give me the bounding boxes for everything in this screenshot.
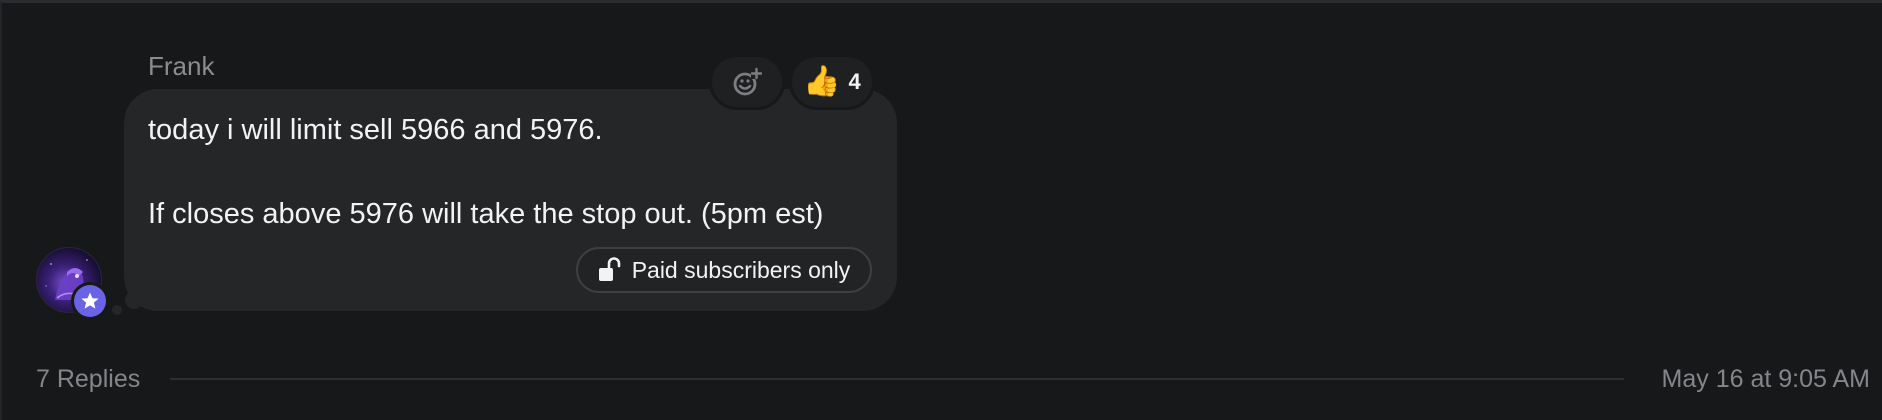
paid-subscribers-badge[interactable]: Paid subscribers only bbox=[576, 247, 872, 293]
message-author[interactable]: Frank bbox=[148, 51, 214, 82]
replies-divider bbox=[170, 378, 1624, 380]
message-timestamp: May 16 at 9:05 AM bbox=[1661, 365, 1870, 393]
reaction-count: 4 bbox=[848, 69, 861, 94]
message-line-2: If closes above 5976 will take the stop … bbox=[148, 198, 824, 230]
add-reaction-icon bbox=[733, 67, 762, 96]
unlock-icon bbox=[598, 257, 620, 281]
add-reaction-button[interactable] bbox=[712, 57, 782, 107]
reaction-thumbs-up[interactable]: 👍 4 bbox=[792, 57, 872, 107]
message-bubble[interactable]: today i will limit sell 5966 and 5976. I… bbox=[124, 89, 897, 311]
message-text: today i will limit sell 5966 and 5976. I… bbox=[148, 109, 823, 235]
replies-link[interactable]: 7 Replies bbox=[36, 365, 140, 394]
message-line-1: today i will limit sell 5966 and 5976. bbox=[148, 114, 603, 146]
bubble-tail-small bbox=[112, 305, 122, 315]
thumbs-up-icon: 👍 bbox=[803, 65, 841, 98]
star-badge bbox=[74, 285, 106, 317]
star-icon bbox=[81, 292, 99, 309]
chat-thread-panel: Frank today i will limit sell 5966 and 5… bbox=[0, 0, 1882, 420]
paid-badge-label: Paid subscribers only bbox=[631, 256, 851, 283]
